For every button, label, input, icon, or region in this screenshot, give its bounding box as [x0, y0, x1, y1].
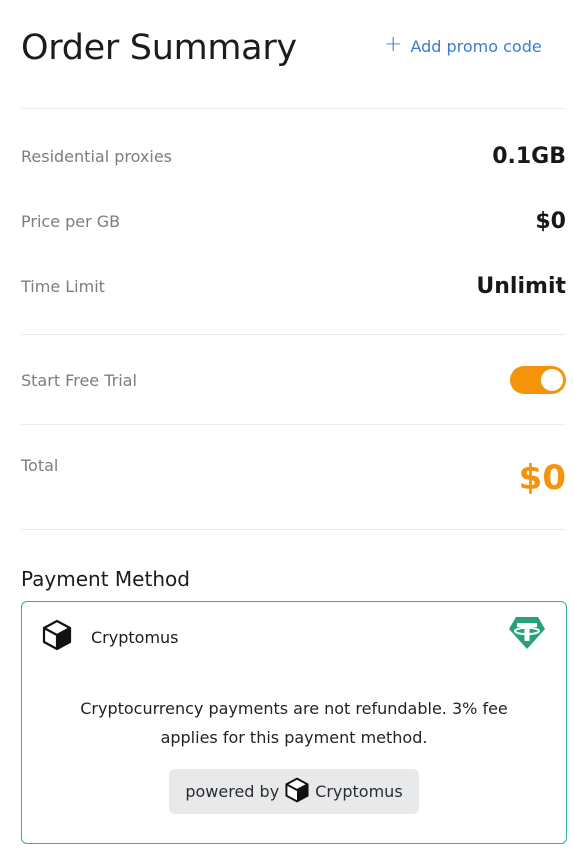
- summary-label: Price per GB: [21, 212, 121, 231]
- add-promo-code-label: Add promo code: [410, 36, 542, 56]
- free-trial-row: Start Free Trial: [21, 366, 566, 394]
- divider: [21, 424, 566, 425]
- powered-by-badge: powered by Cryptomus: [169, 769, 419, 814]
- payment-method-name: Cryptomus: [91, 627, 179, 647]
- summary-row-price-per-gb: Price per GB $0: [21, 209, 566, 234]
- tether-icon: [508, 616, 546, 654]
- payment-method-note: Cryptocurrency payments are not refundab…: [80, 699, 508, 747]
- divider: [21, 529, 566, 530]
- toggle-knob: [541, 369, 563, 391]
- summary-value: $0: [535, 209, 566, 234]
- divider: [21, 108, 566, 109]
- add-promo-code-button[interactable]: + Add promo code: [384, 32, 542, 57]
- divider: [21, 334, 566, 335]
- summary-value: 0.1GB: [492, 144, 566, 169]
- free-trial-toggle[interactable]: [510, 366, 566, 394]
- summary-row-time-limit: Time Limit Unlimit: [21, 274, 566, 299]
- total-label: Total: [21, 456, 59, 475]
- cryptomus-cube-icon: [284, 777, 310, 807]
- cryptomus-cube-icon: [41, 619, 73, 655]
- summary-label: Residential proxies: [21, 147, 172, 166]
- free-trial-label: Start Free Trial: [21, 370, 137, 390]
- page-title: Order Summary: [21, 28, 297, 68]
- payment-method-title: Payment Method: [21, 567, 190, 591]
- total-row: Total $0: [21, 456, 566, 498]
- summary-value: Unlimit: [476, 274, 566, 299]
- payment-method-brand: Cryptomus: [41, 619, 179, 655]
- summary-label: Time Limit: [21, 277, 105, 296]
- powered-by-brand: Cryptomus: [315, 782, 403, 801]
- powered-by-label: powered by: [185, 782, 280, 801]
- plus-icon: +: [384, 32, 403, 57]
- summary-row-residential-proxies: Residential proxies 0.1GB: [21, 144, 566, 169]
- payment-method-card-cryptomus[interactable]: Cryptomus Cryptocurrency payments are no…: [21, 601, 567, 844]
- total-value: $0: [518, 458, 566, 498]
